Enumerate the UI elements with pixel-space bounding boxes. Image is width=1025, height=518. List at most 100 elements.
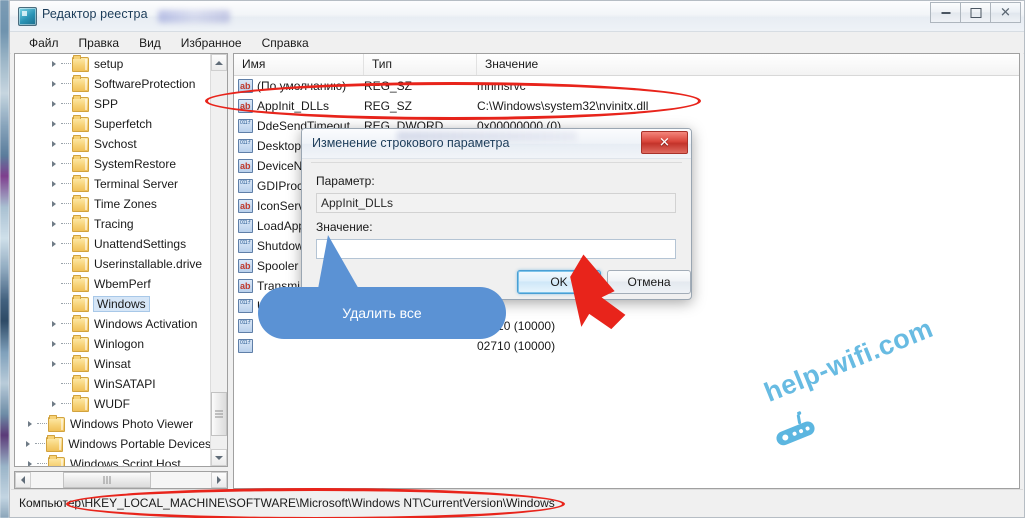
tree-item-windows[interactable]: Windows: [15, 294, 211, 314]
expand-arrow-icon[interactable]: [49, 314, 61, 334]
tree-item-winsatapi[interactable]: WinSATAPI: [15, 374, 211, 394]
close-button[interactable]: ✕: [991, 2, 1021, 23]
tree-item-winlogon[interactable]: Winlogon: [15, 334, 211, 354]
expand-arrow-icon[interactable]: [25, 454, 37, 466]
column-header-value[interactable]: Значение: [477, 54, 1019, 75]
tree-item-windows-photo-viewer[interactable]: Windows Photo Viewer: [15, 414, 211, 434]
menu-item-help[interactable]: Справка: [253, 34, 318, 52]
menu-item-edit[interactable]: Правка: [70, 34, 129, 52]
scroll-down-button[interactable]: [211, 449, 227, 466]
expand-arrow-icon[interactable]: [49, 74, 61, 94]
registry-tree-pane[interactable]: setup SoftwareProtection SPP Superfetch Svch…: [14, 53, 228, 467]
dialog-close-button[interactable]: ✕: [641, 131, 688, 154]
expand-arrow-icon[interactable]: [49, 134, 61, 154]
menu-item-file[interactable]: Файл: [20, 34, 68, 52]
expand-arrow-icon[interactable]: [49, 114, 61, 134]
tree-item-label: Svchost: [94, 137, 137, 151]
column-header-type[interactable]: Тип: [364, 54, 477, 75]
ok-button-label: OK: [550, 275, 568, 289]
tree-item-windows-script-host[interactable]: Windows Script Host: [15, 454, 211, 466]
menu-item-view[interactable]: Вид: [130, 34, 170, 52]
menu-item-favorites[interactable]: Избранное: [172, 34, 251, 52]
param-name-field[interactable]: [316, 193, 676, 213]
tree-connector-line: [61, 263, 71, 265]
menu-bar: Файл Правка Вид Избранное Справка: [10, 32, 1024, 54]
tree-item-setup[interactable]: setup: [15, 54, 211, 74]
tree-item-tracing[interactable]: Tracing: [15, 214, 211, 234]
table-row[interactable]: (По умолчанию) REG_SZ mnmsrvc: [234, 76, 1019, 96]
tree-item-label: Tracing: [94, 217, 134, 231]
tree-item-label: Userinstallable.drive: [94, 257, 203, 271]
scroll-right-button[interactable]: [211, 472, 227, 488]
value-name-label: LoadApp: [257, 219, 306, 233]
expand-arrow-icon[interactable]: [23, 434, 35, 454]
cancel-button-label: Отмена: [627, 275, 671, 289]
tree-item-systemrestore[interactable]: SystemRestore: [15, 154, 211, 174]
expand-arrow-icon[interactable]: [49, 234, 61, 254]
folder-icon: [72, 94, 89, 112]
tree-item-unattendsettings[interactable]: UnattendSettings: [15, 234, 211, 254]
value-name-cell: [234, 339, 364, 353]
value-name-cell: (По умолчанию): [234, 79, 364, 93]
tree-item-winsat[interactable]: Winsat: [15, 354, 211, 374]
value-name-label: Desktop: [257, 139, 302, 153]
minimize-button[interactable]: [930, 2, 961, 23]
scroll-up-button[interactable]: [211, 54, 227, 71]
tree-item-windows-activation[interactable]: Windows Activation: [15, 314, 211, 334]
expand-arrow-icon[interactable]: [49, 174, 61, 194]
dword-value-icon: [238, 179, 253, 193]
param-value-field[interactable]: [316, 239, 676, 259]
tree-item-userinstallable-drive[interactable]: Userinstallable.drive: [15, 254, 211, 274]
cancel-button[interactable]: Отмена: [607, 270, 691, 294]
maximize-button[interactable]: [961, 2, 991, 23]
ok-button[interactable]: OK: [517, 270, 601, 294]
tree-item-svchost[interactable]: Svchost: [15, 134, 211, 154]
dword-value-icon: [238, 219, 253, 233]
folder-icon: [72, 234, 89, 252]
expand-arrow-icon[interactable]: [49, 334, 61, 354]
horizontal-scroll-thumb[interactable]: [63, 472, 151, 488]
table-row[interactable]: AppInit_DLLs REG_SZ C:\Windows\system32\nv…: [234, 96, 1019, 116]
tree-item-time-zones[interactable]: Time Zones: [15, 194, 211, 214]
expand-arrow-icon[interactable]: [25, 414, 37, 434]
dword-value-icon: [238, 339, 253, 353]
registry-tree-list[interactable]: setup SoftwareProtection SPP Superfetch Svch…: [15, 54, 211, 466]
scroll-left-button[interactable]: [15, 472, 31, 488]
expand-arrow-icon[interactable]: [49, 394, 61, 414]
tree-horizontal-scrollbar[interactable]: [14, 471, 228, 489]
expand-arrow-icon[interactable]: [49, 214, 61, 234]
tree-item-wudf[interactable]: WUDF: [15, 394, 211, 414]
tree-item-windows-portable-devices[interactable]: Windows Portable Devices: [15, 434, 211, 454]
folder-icon: [72, 314, 89, 332]
tree-vertical-scrollbar[interactable]: [210, 54, 227, 466]
expand-arrow-icon[interactable]: [49, 154, 61, 174]
tree-item-terminal-server[interactable]: Terminal Server: [15, 174, 211, 194]
scroll-thumb[interactable]: [211, 392, 227, 436]
value-name-label: IconServ: [257, 199, 305, 213]
tree-connector-line: [35, 443, 46, 445]
tree-item-softwareprotection[interactable]: SoftwareProtection: [15, 74, 211, 94]
expand-arrow-icon[interactable]: [49, 54, 61, 74]
folder-icon: [48, 454, 65, 466]
tree-item-wbemperf[interactable]: WbemPerf: [15, 274, 211, 294]
expand-arrow-icon[interactable]: [49, 354, 61, 374]
tree-item-spp[interactable]: SPP: [15, 94, 211, 114]
column-header-name[interactable]: Имя: [234, 54, 364, 75]
tree-item-label: Windows Portable Devices: [68, 437, 211, 451]
folder-icon: [72, 374, 89, 392]
tree-item-superfetch[interactable]: Superfetch: [15, 114, 211, 134]
value-name-label: Spooler: [257, 259, 299, 273]
string-value-icon: [238, 99, 253, 113]
edit-string-dialog: Изменение строкового параметра ✕ Парамет…: [301, 128, 692, 300]
tree-connector-line: [61, 283, 71, 285]
window-title: Редактор реестра: [42, 7, 148, 21]
folder-icon: [72, 294, 89, 312]
expand-arrow-icon[interactable]: [49, 94, 61, 114]
expand-arrow-icon[interactable]: [49, 194, 61, 214]
